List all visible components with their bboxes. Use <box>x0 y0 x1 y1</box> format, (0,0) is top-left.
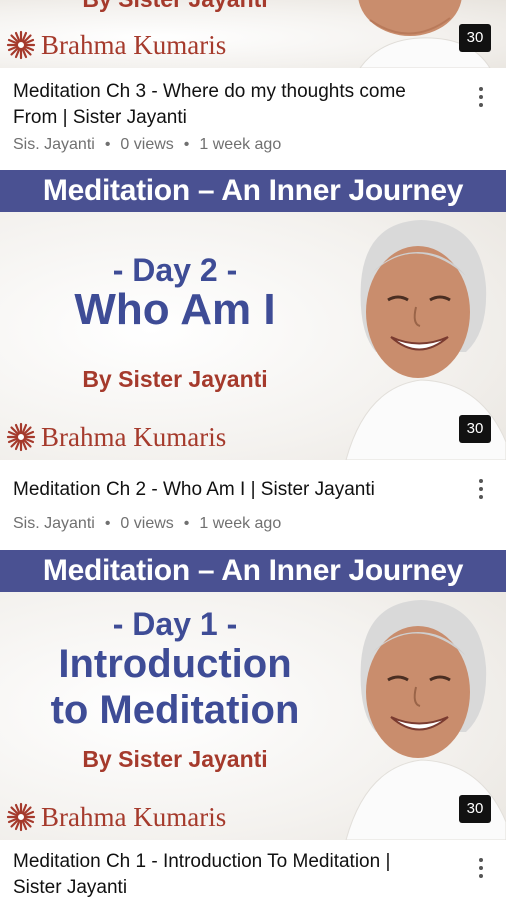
lotus-icon <box>6 802 36 832</box>
separator: • <box>104 515 111 532</box>
view-count: 0 views <box>120 515 174 532</box>
separator: • <box>183 136 190 153</box>
channel-name[interactable]: Sis. Jayanti <box>13 136 95 153</box>
brand-text: Brahma Kumaris <box>41 29 227 60</box>
thumbnail-day: - Day 2 - <box>112 252 238 288</box>
thumbnail-byline: By Sister Jayanti <box>82 746 268 772</box>
brand-text: Brahma Kumaris <box>41 801 227 832</box>
separator: • <box>183 515 190 532</box>
channel-name[interactable]: Sis. Jayanti <box>13 515 95 532</box>
thumbnail-banner: Meditation – An Inner Journey <box>0 170 506 212</box>
lotus-icon <box>6 422 36 452</box>
thumbnail-day: - Day 1 - <box>112 606 238 642</box>
video-title[interactable]: Meditation Ch 3 - Where do my thoughts c… <box>13 79 433 131</box>
video-thumbnail[interactable]: Meditation – An Inner Journey - Day 1 - … <box>0 550 506 840</box>
more-vert-icon <box>479 87 483 91</box>
thumbnail-banner: Meditation – An Inner Journey <box>0 550 506 592</box>
brand-logo: Brahma Kumaris <box>5 797 226 837</box>
video-meta: Sis. Jayanti • 0 views • 1 week ago <box>13 136 281 154</box>
upload-age: 1 week ago <box>199 515 282 532</box>
brand-logo: Brahma Kumaris <box>5 25 226 65</box>
lotus-icon <box>6 30 36 60</box>
video-thumbnail[interactable]: Meditation – An Inner Journey - Day 2 - … <box>0 170 506 460</box>
duration-badge: 30 <box>459 24 491 52</box>
brand-text: Brahma Kumaris <box>41 421 227 452</box>
more-vert-icon <box>479 858 483 862</box>
view-count: 0 views <box>120 136 174 153</box>
more-options-button[interactable] <box>470 853 492 883</box>
video-title[interactable]: Meditation Ch 1 - Introduction To Medita… <box>13 849 433 901</box>
thumbnail-heading: Introduction <box>58 642 292 686</box>
more-vert-icon <box>479 479 483 483</box>
thumbnail-heading: Who Am I <box>74 285 276 334</box>
duration-badge: 30 <box>459 415 491 443</box>
more-options-button[interactable] <box>470 474 492 504</box>
thumbnail-byline: By Sister Jayanti <box>82 366 268 392</box>
thumbnail-byline: By Sister Jayanti <box>0 0 350 13</box>
duration-badge: 30 <box>459 795 491 823</box>
separator: • <box>104 136 111 153</box>
video-meta: Sis. Jayanti • 0 views • 1 week ago <box>13 515 281 533</box>
upload-age: 1 week ago <box>199 136 282 153</box>
video-title[interactable]: Meditation Ch 2 - Who Am I | Sister Jaya… <box>13 477 433 503</box>
thumbnail-heading: to Meditation <box>50 688 300 732</box>
brand-logo: Brahma Kumaris <box>5 417 226 457</box>
more-options-button[interactable] <box>470 82 492 112</box>
video-thumbnail[interactable]: By Sister Jayanti Brahma Kumaris 30 <box>0 0 506 68</box>
